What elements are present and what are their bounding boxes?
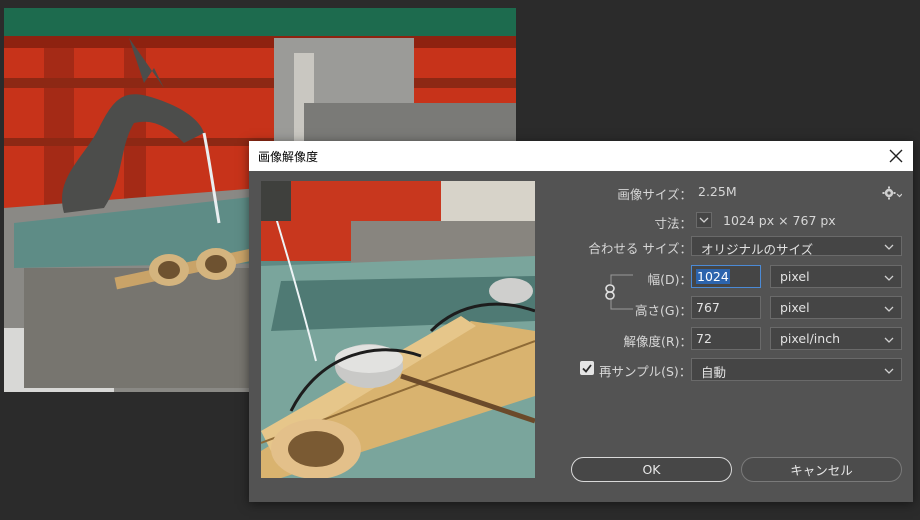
close-icon [889,149,903,163]
resolution-input[interactable]: 72 [691,327,761,350]
width-unit-dropdown[interactable]: pixel [770,265,902,288]
settings-button[interactable] [882,185,903,201]
height-input[interactable]: 767 [691,296,761,319]
dimensions-label: 寸法： [654,216,692,231]
resample-method-dropdown[interactable]: 自動 [691,358,902,381]
image-size-label: 画像サイズ： [617,187,692,202]
image-preview[interactable] [261,181,535,478]
width-unit: pixel [780,269,810,284]
chevron-down-icon [884,244,894,250]
image-size-value: 2.25M [698,184,737,199]
height-unit: pixel [780,300,810,315]
chevron-down-icon [884,306,894,312]
height-unit-dropdown[interactable]: pixel [770,296,902,319]
chevron-down-icon [884,337,894,343]
width-label: 幅(D)： [647,272,692,287]
close-button[interactable] [885,145,907,167]
gear-icon [882,186,903,200]
cancel-button[interactable]: キャンセル [741,457,902,482]
resample-label: 再サンプル(S)： [599,364,692,379]
chevron-down-icon [699,217,709,223]
chevron-down-icon [884,275,894,281]
fit-to-label: 合わせる サイズ： [588,241,692,256]
width-value: 1024 [696,269,730,284]
chain-link-icon [605,284,615,300]
resample-checkbox[interactable] [580,361,594,375]
width-input[interactable]: 1024 [691,265,761,288]
resolution-label: 解像度(R)： [623,334,692,349]
ok-button-label: OK [642,462,661,477]
resolution-unit-dropdown[interactable]: pixel/inch [770,327,902,350]
resolution-unit: pixel/inch [780,331,840,346]
height-value: 767 [696,300,720,315]
dimensions-value: 1024 px × 767 px [723,213,836,228]
dialog-title: 画像解像度 [258,150,319,164]
image-size-dialog: 画像解像度 画像サイズ： 2.25M 寸法： 1024 px × 767 px … [249,141,913,502]
dialog-title-bar[interactable]: 画像解像度 [249,141,913,171]
fit-to-dropdown[interactable]: オリジナルのサイズ [691,236,902,257]
dimensions-toggle[interactable] [696,212,712,228]
checkmark-icon [582,364,592,373]
cancel-button-label: キャンセル [790,463,853,478]
ok-button[interactable]: OK [571,457,732,482]
resolution-value: 72 [696,331,712,346]
chevron-down-icon [884,368,894,374]
fit-to-selected: オリジナルのサイズ [701,242,814,257]
resample-method-selected: 自動 [701,365,727,380]
constrain-proportions-toggle[interactable] [604,284,616,300]
height-label: 高さ(G)： [635,303,692,318]
